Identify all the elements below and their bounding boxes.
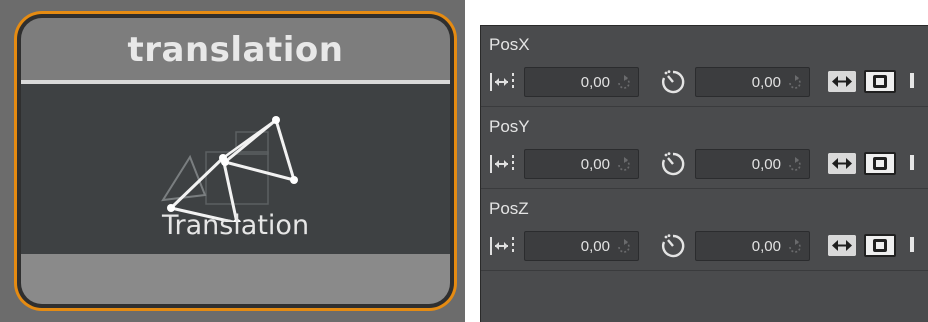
posx-value2-field[interactable]: 0,00 [695,67,810,97]
reset-icon[interactable] [787,239,803,255]
timer-icon[interactable] [659,232,687,260]
node-header: translation [21,18,450,80]
posy-value2-field[interactable]: 0,00 [695,149,810,179]
node-caption: Translation [161,210,310,241]
attr-group-posx: PosX 0,00 0,00 [481,26,928,107]
posy-value: 0,00 [580,156,610,173]
reset-icon[interactable] [616,157,632,173]
reset-icon[interactable] [787,75,803,91]
arrow-range-icon[interactable] [489,235,517,257]
node-title: translation [127,30,344,70]
node-face: translation Translation [21,18,450,304]
camera-icon[interactable] [864,70,896,93]
attr-row-posx: 0,00 0,00 [481,63,928,99]
timer-icon[interactable] [659,68,687,96]
timer-icon[interactable] [659,150,687,178]
posz-value2-field[interactable]: 0,00 [695,231,810,261]
node-area: translation Translation [0,0,465,322]
bar-icon[interactable] [910,73,914,88]
posy-value2: 0,00 [751,156,781,173]
bar-icon[interactable] [910,237,914,252]
posx-value2: 0,00 [751,74,781,91]
attr-label-posx: PosX [489,35,530,54]
reset-icon[interactable] [616,239,632,255]
bar-icon[interactable] [910,155,914,170]
swap-icon[interactable] [828,235,856,256]
swap-icon[interactable] [828,71,856,92]
attr-group-posy: PosY 0,00 0,00 [481,108,928,189]
translation-node[interactable]: translation Translation [14,11,457,311]
camera-lens [873,157,887,170]
posx-value: 0,00 [580,74,610,91]
reset-icon[interactable] [616,75,632,91]
posx-value-field[interactable]: 0,00 [524,67,639,97]
reset-icon[interactable] [787,157,803,173]
camera-icon[interactable] [864,234,896,257]
attr-row-posy: 0,00 0,00 [481,145,928,181]
attribute-panel: PosX 0,00 0,00 PosY 0,00 0,00 PosZ 0,00 … [480,25,928,322]
node-card-inner: translation Translation [17,14,454,308]
posz-value: 0,00 [580,238,610,255]
attr-row-posz: 0,00 0,00 [481,227,928,263]
camera-icon[interactable] [864,152,896,175]
node-body: Translation [21,84,450,254]
node-footer [21,254,450,304]
attr-label-posz: PosZ [489,199,529,218]
swap-icon[interactable] [828,153,856,174]
arrow-range-icon[interactable] [489,71,517,93]
posy-value-field[interactable]: 0,00 [524,149,639,179]
posz-value2: 0,00 [751,238,781,255]
attr-group-posz: PosZ 0,00 0,00 [481,190,928,271]
translation-triangles-icon [161,116,298,222]
attr-label-posy: PosY [489,117,530,136]
posz-value-field[interactable]: 0,00 [524,231,639,261]
camera-lens [873,75,887,88]
arrow-range-icon[interactable] [489,153,517,175]
camera-lens [873,239,887,252]
